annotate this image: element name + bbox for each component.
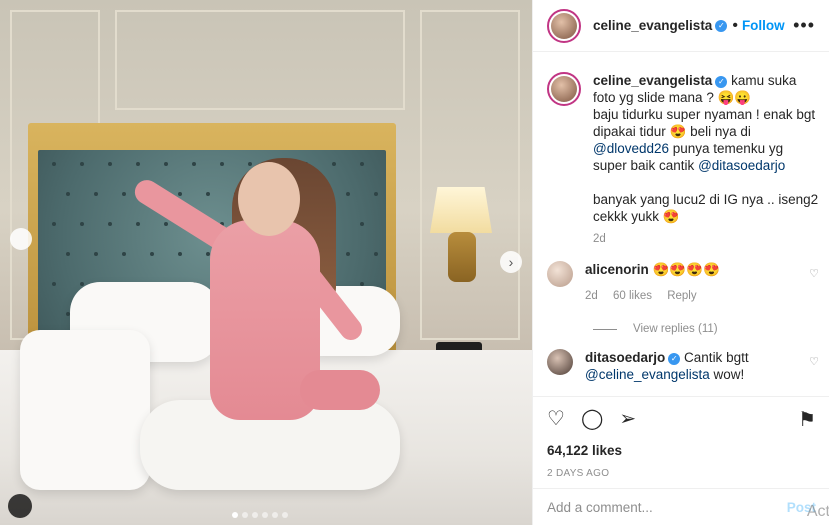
- instagram-post-view: › celine_evangelista ✓ • Follow ••• celi…: [0, 0, 829, 525]
- headboard-tuft: [94, 252, 98, 256]
- more-dots-icon[interactable]: •••: [793, 15, 815, 36]
- headboard-tuft: [80, 162, 84, 166]
- headboard-tuft: [122, 252, 126, 256]
- headboard-tuft: [178, 192, 182, 196]
- caption-time: 2d: [593, 233, 606, 245]
- post-photo[interactable]: ›: [0, 0, 532, 525]
- carousel-dot: [232, 512, 238, 518]
- headboard-tuft: [178, 252, 182, 256]
- headboard-tuft: [66, 192, 70, 196]
- view-replies[interactable]: View replies (11): [593, 323, 819, 335]
- avatar[interactable]: [547, 72, 581, 106]
- follow-button[interactable]: Follow: [742, 18, 785, 33]
- comments-list: celine_evangelista ✓ kamu suka foto yg sl…: [547, 72, 819, 383]
- separator-dot: •: [732, 16, 738, 34]
- post-date: 2 DAYS AGO: [547, 468, 610, 479]
- headboard-tuft: [206, 192, 210, 196]
- carousel-dots: [232, 512, 288, 518]
- mention-link[interactable]: @ditasoedarjo: [698, 158, 785, 173]
- caption-text: celine_evangelista ✓ kamu suka foto yg sl…: [593, 72, 819, 225]
- headboard-tuft: [360, 222, 364, 226]
- activate-watermark: Act: [806, 503, 829, 520]
- avatar[interactable]: [547, 261, 573, 287]
- headboard-tuft: [122, 192, 126, 196]
- next-arrow-icon[interactable]: ›: [500, 251, 522, 273]
- headboard-tuft: [136, 222, 140, 226]
- headboard-tuft: [332, 162, 336, 166]
- like-icon[interactable]: ♡: [547, 407, 565, 431]
- headboard-tuft: [66, 252, 70, 256]
- person-leg: [300, 370, 380, 410]
- headboard-tuft: [374, 192, 378, 196]
- comment-time: 2d: [585, 290, 598, 302]
- headboard-tuft: [108, 222, 112, 226]
- heart-icon[interactable]: ♡: [809, 267, 819, 280]
- carousel-dot: [242, 512, 248, 518]
- comment-username[interactable]: ditasoedarjo: [585, 350, 665, 365]
- headboard-tuft: [346, 252, 350, 256]
- headboard-tuft: [52, 162, 56, 166]
- headboard-tuft: [150, 252, 154, 256]
- headboard-tuft: [80, 222, 84, 226]
- prev-icon[interactable]: [10, 228, 32, 250]
- mention-link[interactable]: @dlovedd26: [593, 141, 669, 156]
- wall-panel: [420, 10, 520, 340]
- lamp-base: [448, 232, 476, 282]
- verified-badge-icon: ✓: [668, 353, 681, 365]
- verified-badge-icon: ✓: [715, 76, 728, 88]
- likes-count[interactable]: 64,122 likes: [547, 443, 816, 458]
- caption-line: baju tidurku super nyaman ! enak bgt dip…: [593, 107, 816, 139]
- headboard-tuft: [220, 162, 224, 166]
- avatar[interactable]: [547, 349, 573, 375]
- comment-icon[interactable]: ◯: [581, 407, 603, 431]
- share-icon[interactable]: ➢: [619, 407, 636, 431]
- wall-panel: [115, 10, 405, 110]
- comment-username[interactable]: alicenorin: [585, 262, 649, 277]
- caption: celine_evangelista ✓ kamu suka foto yg sl…: [547, 72, 819, 225]
- headboard-tuft: [52, 282, 56, 286]
- verified-badge-icon: ✓: [715, 19, 728, 32]
- bookmark-icon[interactable]: ⚑: [798, 407, 816, 432]
- headboard-tuft: [94, 192, 98, 196]
- headboard-tuft: [346, 192, 350, 196]
- carousel-dot: [262, 512, 268, 518]
- comment-item: alicenorin 😍😍😍😍 2d 60 likes Reply ♡: [547, 261, 819, 305]
- add-comment-bar: Post Act: [533, 488, 829, 525]
- carousel-dot: [272, 512, 278, 518]
- post-username[interactable]: celine_evangelista: [593, 18, 712, 33]
- tagged-user-icon[interactable]: [8, 494, 32, 518]
- action-bar: ♡ ◯ ➢ ⚑ 64,122 likes 2 DAYS AGO: [533, 396, 829, 486]
- caption-username[interactable]: celine_evangelista: [593, 73, 712, 88]
- headboard-tuft: [164, 222, 168, 226]
- lamp-shade: [430, 187, 492, 233]
- post-header: celine_evangelista ✓ • Follow •••: [533, 0, 829, 52]
- headboard-tuft: [248, 162, 252, 166]
- caption-line: banyak yang lucu2 di IG nya .. iseng2 ce…: [593, 192, 819, 224]
- headboard-tuft: [52, 222, 56, 226]
- headboard-tuft: [192, 162, 196, 166]
- comment-item: ditasoedarjo ✓ Cantik bgtt @celine_evange…: [547, 349, 819, 383]
- avatar[interactable]: [547, 8, 581, 43]
- headboard-tuft: [108, 162, 112, 166]
- comment-text: wow!: [709, 367, 745, 382]
- headboard-tuft: [374, 252, 378, 256]
- post-panel: celine_evangelista ✓ • Follow ••• celine…: [532, 0, 829, 525]
- comment-text: Cantik bgtt: [684, 350, 749, 365]
- headboard-tuft: [164, 162, 168, 166]
- comment-input[interactable]: [547, 499, 787, 515]
- headboard-tuft: [360, 162, 364, 166]
- carousel-dot: [252, 512, 258, 518]
- reply-button[interactable]: Reply: [667, 290, 696, 302]
- heart-icon[interactable]: ♡: [809, 355, 819, 368]
- pillow: [20, 330, 150, 490]
- headboard-tuft: [136, 162, 140, 166]
- person-head: [238, 162, 300, 236]
- carousel-dot: [282, 512, 288, 518]
- comment-text: 😍😍😍😍: [652, 262, 720, 277]
- mention-link[interactable]: @celine_evangelista: [585, 367, 710, 382]
- comment-likes[interactable]: 60 likes: [613, 290, 652, 302]
- view-replies-label[interactable]: View replies (11): [633, 323, 718, 335]
